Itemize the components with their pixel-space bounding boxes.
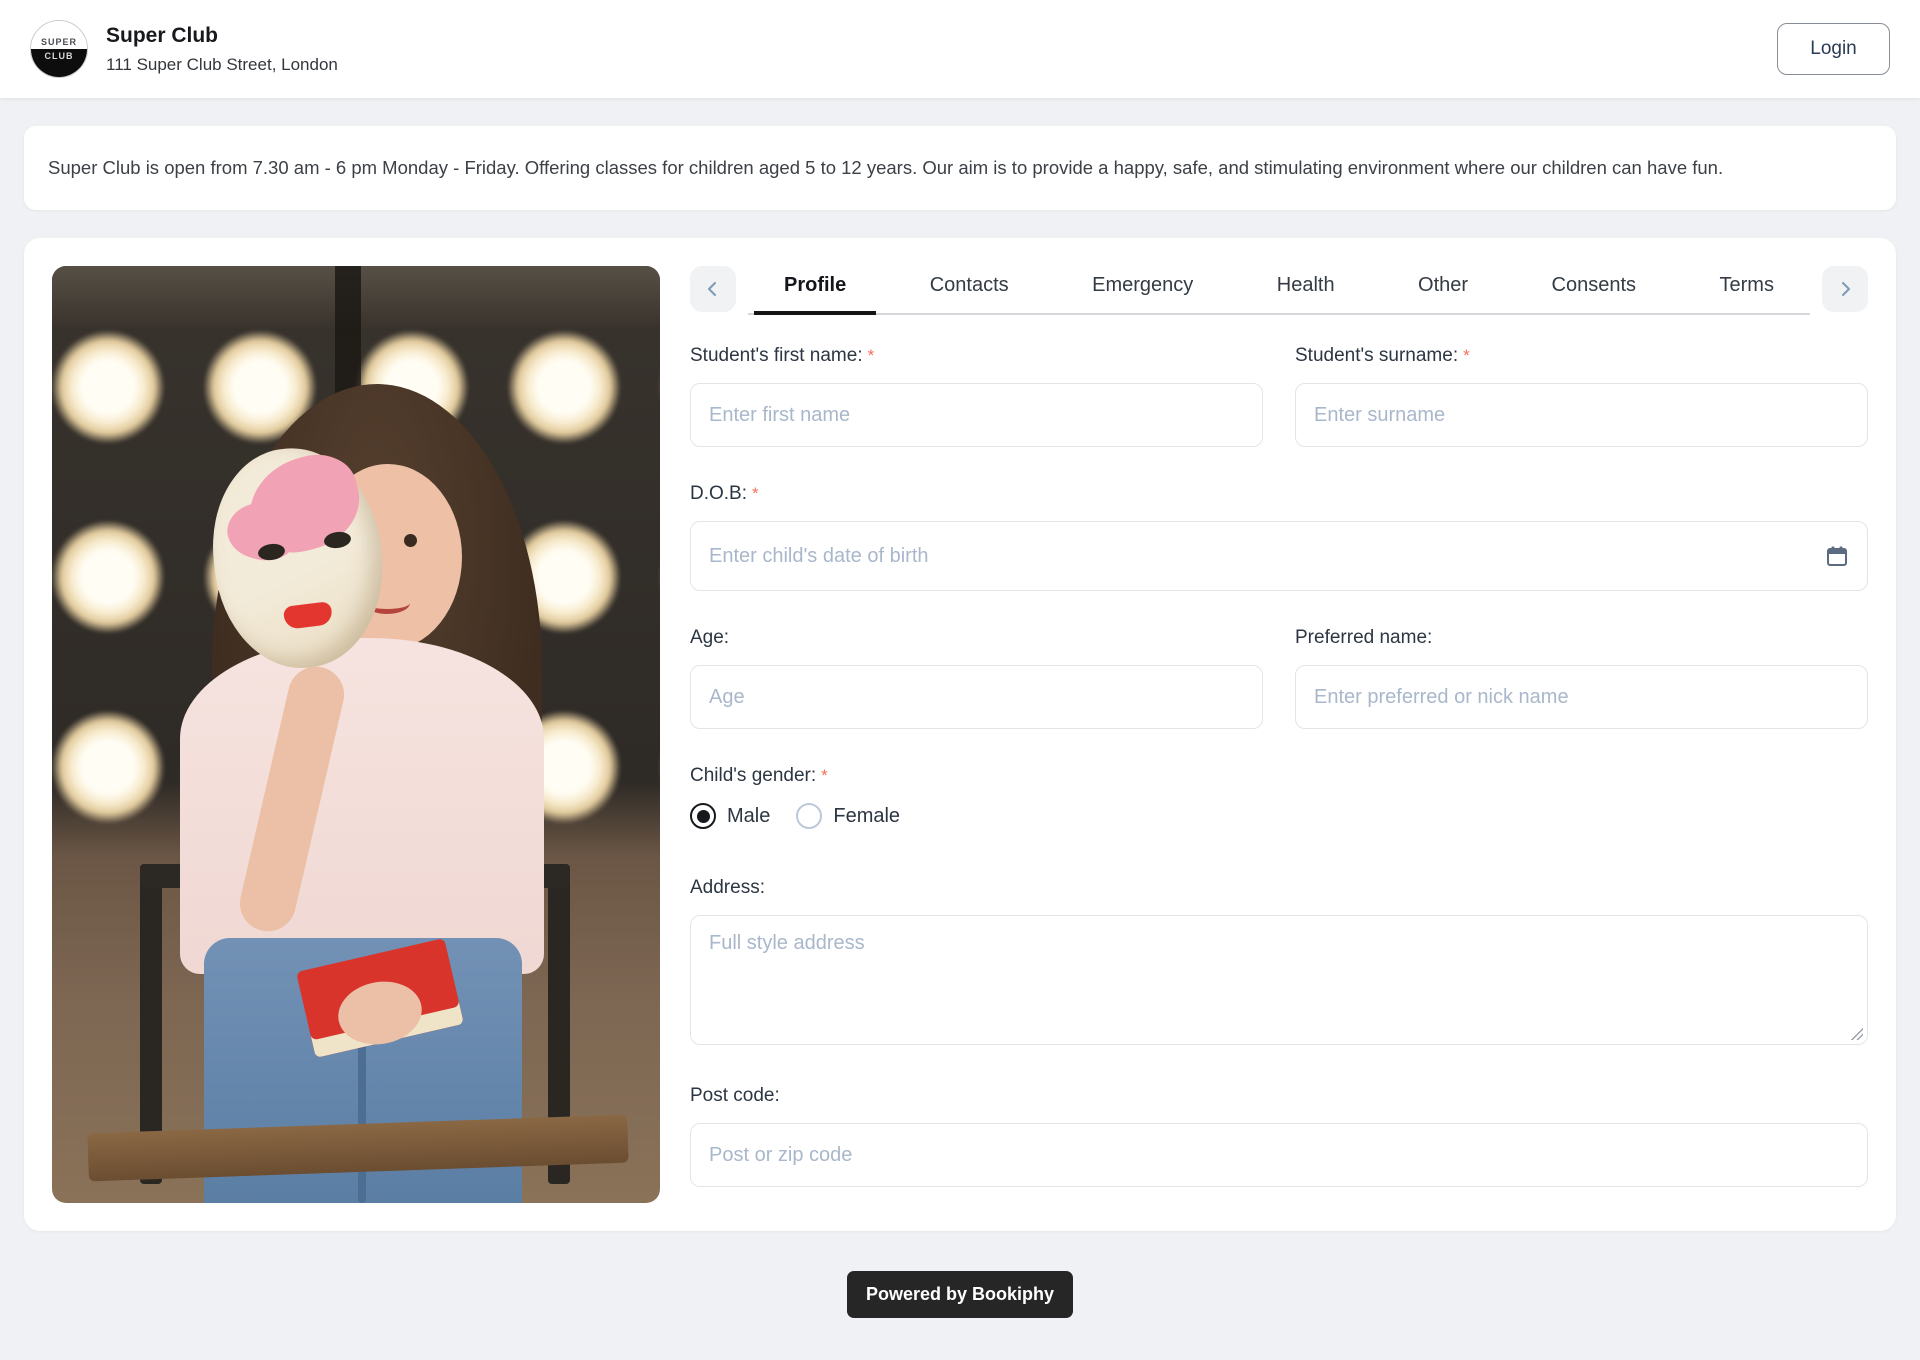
profile-form: Profile Contacts Emergency Health Other …	[690, 266, 1868, 1203]
club-logo-bottom-text: CLUB	[31, 49, 87, 77]
address-label: Address:	[690, 877, 1868, 899]
address-field-group: Address:	[690, 877, 1868, 1045]
age-field-group: Age:	[690, 627, 1263, 729]
tab-emergency[interactable]: Emergency	[1092, 274, 1193, 297]
male-radio-button[interactable]	[690, 803, 716, 829]
required-asterisk: *	[1463, 346, 1470, 365]
gender-field-group: Child's gender: * Male Female	[690, 765, 1868, 829]
required-asterisk: *	[821, 766, 828, 785]
registration-card: Profile Contacts Emergency Health Other …	[24, 238, 1896, 1231]
surname-label: Student's surname: *	[1295, 345, 1868, 367]
tab-health[interactable]: Health	[1277, 274, 1335, 297]
club-logo: SUPER CLUB	[30, 20, 88, 78]
address-label-text: Address:	[690, 877, 765, 898]
app-header: SUPER CLUB Super Club 111 Super Club Str…	[0, 0, 1920, 98]
preferred-name-label-text: Preferred name:	[1295, 627, 1432, 648]
surname-label-text: Student's surname:	[1295, 345, 1458, 366]
gender-label-text: Child's gender:	[690, 765, 816, 786]
age-label-text: Age:	[690, 627, 729, 648]
surname-field-group: Student's surname: *	[1295, 345, 1868, 447]
first-name-field-group: Student's first name: *	[690, 345, 1263, 447]
post-code-input[interactable]	[690, 1123, 1868, 1187]
header-titles: Super Club 111 Super Club Street, London	[106, 24, 338, 75]
post-code-label-text: Post code:	[690, 1085, 780, 1106]
student-photo	[52, 266, 660, 1203]
first-name-label: Student's first name: *	[690, 345, 1263, 367]
club-name: Super Club	[106, 24, 338, 48]
age-input[interactable]	[690, 665, 1263, 729]
male-radio-label: Male	[727, 805, 770, 828]
preferred-name-label: Preferred name:	[1295, 627, 1868, 649]
dob-label: D.O.B: *	[690, 483, 1868, 505]
info-banner-text: Super Club is open from 7.30 am - 6 pm M…	[48, 151, 1858, 185]
tab-terms[interactable]: Terms	[1720, 274, 1774, 297]
tab-contacts[interactable]: Contacts	[930, 274, 1009, 297]
profile-form-body: Student's first name: * Student's surname…	[690, 315, 1868, 1187]
chevron-right-icon	[1837, 281, 1853, 297]
post-code-label: Post code:	[690, 1085, 1868, 1107]
first-name-label-text: Student's first name:	[690, 345, 863, 366]
preferred-name-input[interactable]	[1295, 665, 1868, 729]
tabs-scroll-left-button[interactable]	[690, 266, 736, 312]
age-label: Age:	[690, 627, 1263, 649]
girl-eye	[404, 534, 417, 547]
dob-input[interactable]	[690, 521, 1868, 591]
female-radio-label: Female	[833, 805, 900, 828]
chevron-left-icon	[705, 281, 721, 297]
club-logo-top-text: SUPER	[31, 21, 87, 49]
required-asterisk: *	[752, 484, 759, 503]
info-banner: Super Club is open from 7.30 am - 6 pm M…	[24, 126, 1896, 210]
textarea-resize-handle[interactable]	[1851, 1028, 1863, 1040]
tab-consents[interactable]: Consents	[1552, 274, 1637, 297]
calendar-icon[interactable]	[1826, 545, 1848, 567]
preferred-name-field-group: Preferred name:	[1295, 627, 1868, 729]
page-footer: Powered by Bookiphy	[0, 1271, 1920, 1318]
first-name-input[interactable]	[690, 383, 1263, 447]
login-button[interactable]: Login	[1777, 23, 1890, 75]
female-radio-button[interactable]	[796, 803, 822, 829]
surname-input[interactable]	[1295, 383, 1868, 447]
required-asterisk: *	[868, 346, 875, 365]
girl-shirt	[180, 638, 544, 974]
gender-option-female[interactable]: Female	[796, 803, 900, 829]
powered-by-badge: Powered by Bookiphy	[847, 1271, 1073, 1318]
tabs-scroll-right-button[interactable]	[1822, 266, 1868, 312]
dob-field-group: D.O.B: *	[690, 483, 1868, 591]
tabs-strip: Profile Contacts Emergency Health Other …	[748, 266, 1810, 315]
address-textarea[interactable]	[690, 915, 1868, 1045]
gender-label: Child's gender: *	[690, 765, 1868, 787]
post-code-field-group: Post code:	[690, 1085, 1868, 1187]
gender-option-male[interactable]: Male	[690, 803, 770, 829]
club-address: 111 Super Club Street, London	[106, 55, 338, 75]
tab-profile[interactable]: Profile	[784, 274, 846, 297]
form-tabs: Profile Contacts Emergency Health Other …	[690, 266, 1868, 315]
tab-other[interactable]: Other	[1418, 274, 1468, 297]
dob-label-text: D.O.B:	[690, 483, 747, 504]
